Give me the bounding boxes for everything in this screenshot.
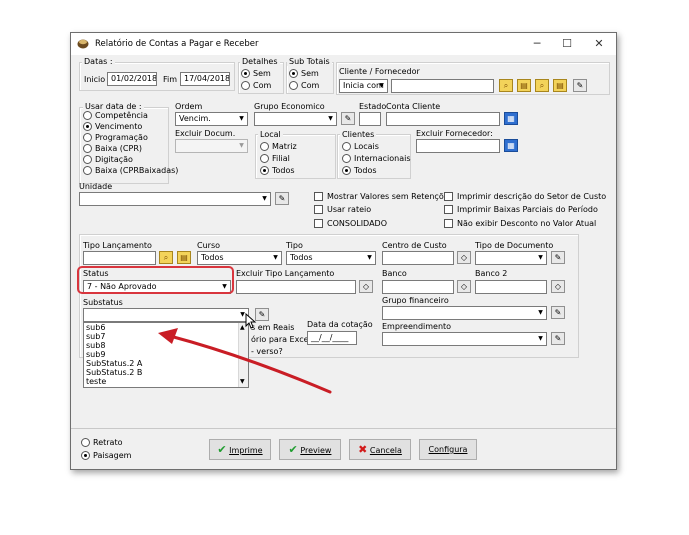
annotation-arrow: [158, 328, 332, 394]
